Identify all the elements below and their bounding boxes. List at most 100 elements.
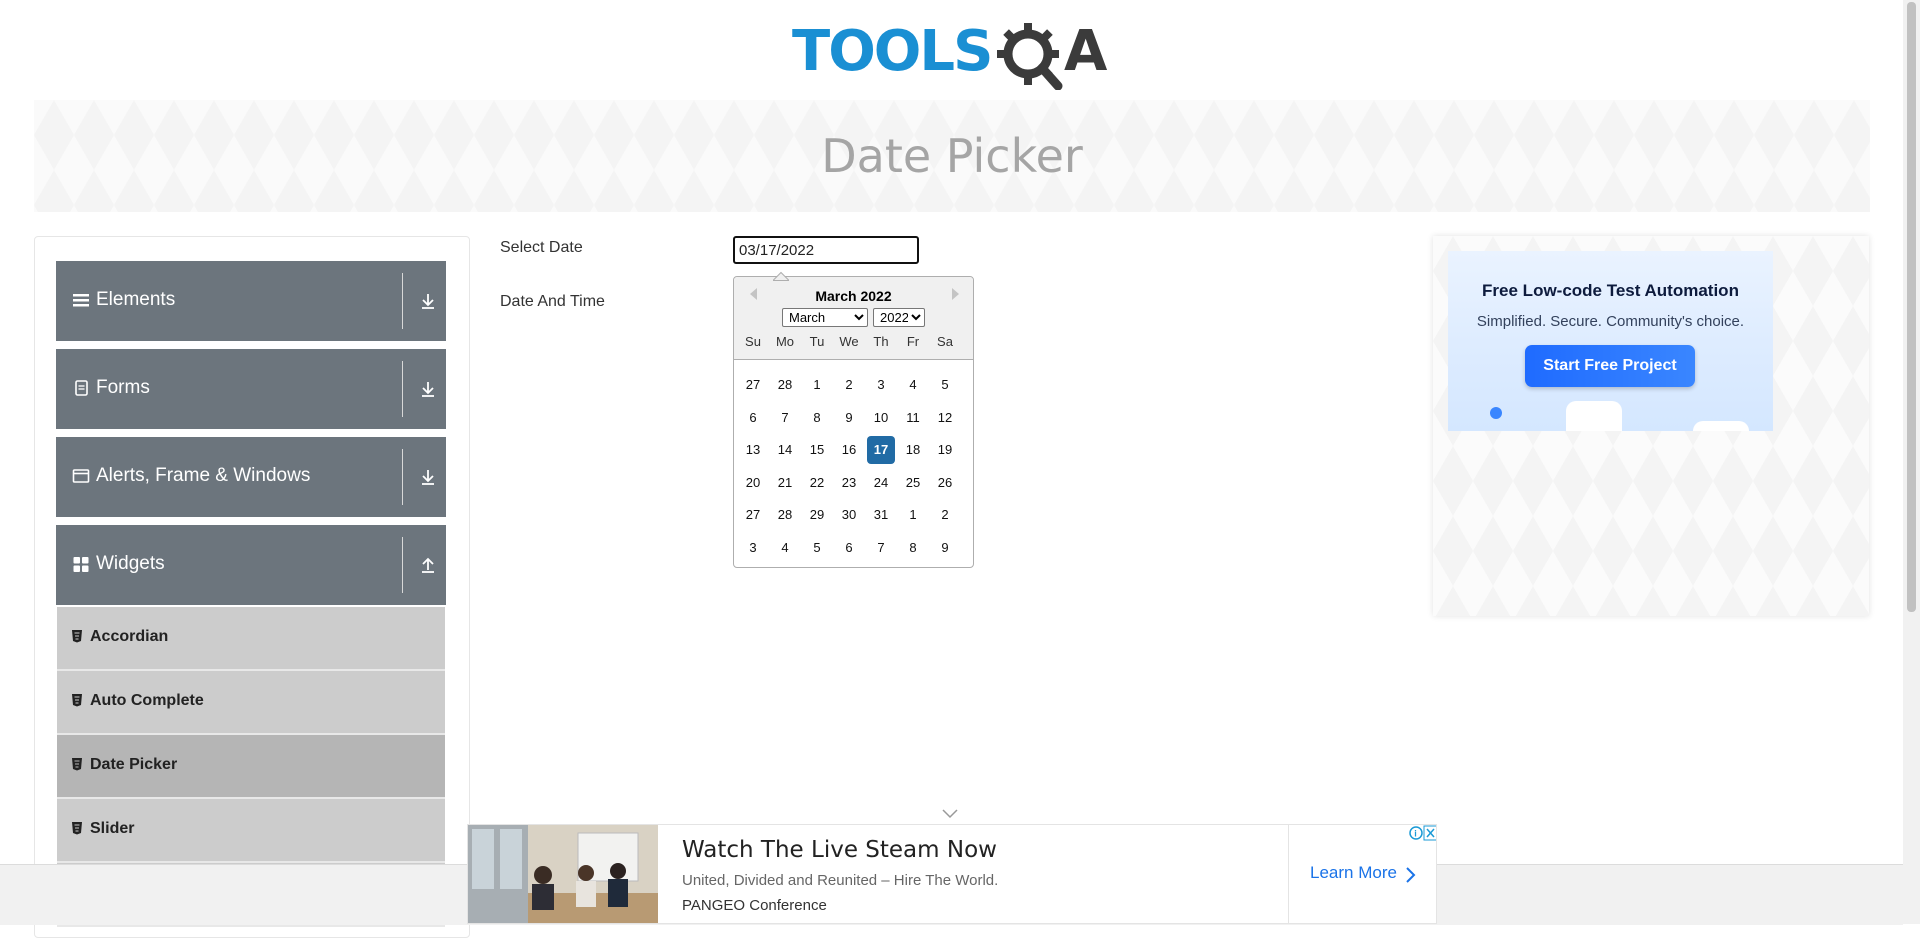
calendar-day[interactable]: 15 <box>803 436 831 464</box>
calendar-day[interactable]: 9 <box>835 404 863 432</box>
toolsqa-logo[interactable]: TOOLS A <box>792 14 1112 90</box>
html5-icon <box>72 758 82 771</box>
calendar-day[interactable]: 7 <box>867 534 895 562</box>
calendar-day[interactable]: 5 <box>803 534 831 562</box>
calendar-day[interactable]: 25 <box>899 469 927 497</box>
calendar-day[interactable]: 1 <box>803 371 831 399</box>
weekday-header: Sa <box>937 334 953 349</box>
calendar-day[interactable]: 22 <box>803 469 831 497</box>
chevron-right-icon[interactable] <box>1405 866 1417 884</box>
side-ad-subtitle: Simplified. Secure. Community's choice. <box>1476 313 1745 330</box>
side-ad-title: Free Low-code Test Automation <box>1482 281 1739 300</box>
decorative-card <box>1566 401 1622 431</box>
calendar-day[interactable]: 14 <box>771 436 799 464</box>
grid-icon <box>73 557 89 572</box>
calendar-day[interactable]: 10 <box>867 404 895 432</box>
adchoices-icon[interactable]: i <box>1408 825 1437 841</box>
calendar-day[interactable]: 3 <box>867 371 895 399</box>
sidebar-item-date-picker[interactable]: Date Picker <box>57 735 445 799</box>
select-date-input[interactable] <box>733 236 919 264</box>
calendar-day[interactable]: 24 <box>867 469 895 497</box>
calendar-day[interactable]: 6 <box>739 404 767 432</box>
calendar-day[interactable]: 27 <box>739 501 767 529</box>
calendar-day[interactable]: 28 <box>771 371 799 399</box>
divider <box>402 273 403 329</box>
month-select[interactable]: March <box>782 308 868 327</box>
datepicker-popup: March 2022 March 2022 Su Mo Tu We Th Fr Sa 27 2… <box>733 276 974 568</box>
calendar-day[interactable]: 12 <box>931 404 959 432</box>
calendar-day[interactable]: 6 <box>835 534 863 562</box>
decorative-card <box>1693 421 1749 431</box>
calendar-day[interactable]: 30 <box>835 501 863 529</box>
svg-text:i: i <box>1414 829 1417 839</box>
weekday-header: Th <box>873 334 889 349</box>
bottom-ad-subtitle: United, Divided and Reunited – Hire The … <box>682 872 999 889</box>
calendar-day[interactable]: 20 <box>739 469 767 497</box>
start-free-project-button[interactable]: Start Free Project <box>1525 345 1695 387</box>
sidebar-group-elements[interactable]: Elements <box>56 261 446 341</box>
expand-arrow-icon[interactable] <box>420 467 436 487</box>
next-month-icon[interactable] <box>949 287 961 301</box>
sidebar-item-label: Accordian <box>90 628 169 645</box>
sidebar-group-label: Widgets <box>96 553 165 574</box>
sidebar-group-label: Elements <box>96 289 176 310</box>
sidebar-item-slider[interactable]: Slider <box>57 799 445 863</box>
calendar-day[interactable]: 27 <box>739 371 767 399</box>
calendar-day[interactable]: 16 <box>835 436 863 464</box>
collapse-arrow-icon[interactable] <box>420 555 436 575</box>
calendar-day[interactable]: 4 <box>899 371 927 399</box>
calendar-day[interactable]: 2 <box>835 371 863 399</box>
page-title: Date Picker <box>821 129 1083 183</box>
bottom-ad-headline[interactable]: Watch The Live Steam Now <box>682 837 997 863</box>
learn-more-link[interactable]: Learn More <box>1310 863 1397 883</box>
calendar-day[interactable]: 29 <box>803 501 831 529</box>
sidebar-group-widgets[interactable]: Widgets <box>56 525 446 605</box>
weekday-header: We <box>839 334 859 349</box>
sidebar: Elements Forms Alerts, Frame & Windows W… <box>34 236 470 938</box>
datepicker-header: March 2022 March 2022 Su Mo Tu We Th Fr Sa <box>734 277 973 360</box>
year-select[interactable]: 2022 <box>873 308 925 327</box>
calendar-day[interactable]: 23 <box>835 469 863 497</box>
bottom-ad-banner[interactable]: Watch The Live Steam Now United, Divided… <box>467 824 1437 924</box>
calendar-day[interactable]: 1 <box>899 501 927 529</box>
ad-photo[interactable] <box>468 825 658 923</box>
calendar-day[interactable]: 19 <box>931 436 959 464</box>
calendar-day[interactable]: 8 <box>803 404 831 432</box>
calendar-day[interactable]: 7 <box>771 404 799 432</box>
calendar-day[interactable]: 26 <box>931 469 959 497</box>
expand-arrow-icon[interactable] <box>420 379 436 399</box>
datepicker-caret <box>773 271 789 281</box>
svg-text:A: A <box>1064 19 1108 84</box>
page-scrollbar[interactable] <box>1903 0 1920 924</box>
html5-icon <box>72 694 82 707</box>
divider <box>402 361 403 417</box>
page-banner: Date Picker <box>34 100 1870 212</box>
weekday-header: Su <box>745 334 761 349</box>
side-ad-creative[interactable]: Free Low-code Test Automation Simplified… <box>1448 251 1773 431</box>
side-ad[interactable]: Free Low-code Test Automation Simplified… <box>1433 236 1869 616</box>
sidebar-item-auto-complete[interactable]: Auto Complete <box>57 671 445 735</box>
chevron-down-icon[interactable] <box>941 808 959 820</box>
calendar-day[interactable]: 21 <box>771 469 799 497</box>
calendar-day[interactable]: 11 <box>899 404 927 432</box>
calendar-day[interactable]: 9 <box>931 534 959 562</box>
scrollbar-thumb[interactable] <box>1907 2 1916 612</box>
calendar-day[interactable]: 2 <box>931 501 959 529</box>
calendar-day[interactable]: 28 <box>771 501 799 529</box>
calendar-day[interactable]: 8 <box>899 534 927 562</box>
sidebar-group-forms[interactable]: Forms <box>56 349 446 429</box>
expand-arrow-icon[interactable] <box>420 291 436 311</box>
calendar-day[interactable]: 5 <box>931 371 959 399</box>
svg-text:TOOLS: TOOLS <box>792 19 991 84</box>
calendar-day[interactable]: 4 <box>771 534 799 562</box>
datepicker-month-title: March 2022 <box>815 288 892 304</box>
calendar-day[interactable]: 3 <box>739 534 767 562</box>
sidebar-item-label: Date Picker <box>90 756 178 773</box>
calendar-day[interactable]: 18 <box>899 436 927 464</box>
sidebar-group-alerts-frame-windows[interactable]: Alerts, Frame & Windows <box>56 437 446 517</box>
calendar-day[interactable]: 31 <box>867 501 895 529</box>
calendar-day[interactable]: 13 <box>739 436 767 464</box>
sidebar-item-label: Slider <box>90 820 135 837</box>
sidebar-item-accordian[interactable]: Accordian <box>57 607 445 671</box>
calendar-day-selected[interactable]: 17 <box>867 436 895 465</box>
